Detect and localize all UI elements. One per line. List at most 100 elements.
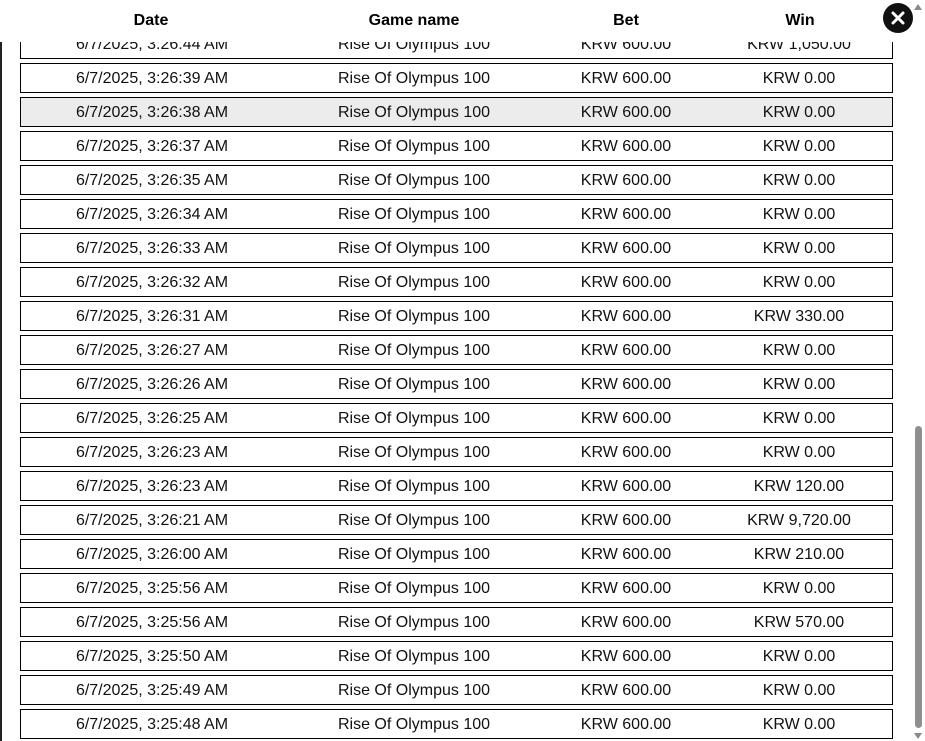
row-win: KRW 330.00	[753, 308, 845, 325]
window-edge	[0, 0, 2, 741]
row-bet: KRW 600.00	[580, 274, 672, 291]
row-win: KRW 0.00	[762, 104, 836, 121]
close-icon	[891, 11, 905, 25]
row-game-name: Rise Of Olympus 100	[337, 138, 491, 155]
row-game-name: Rise Of Olympus 100	[337, 172, 491, 189]
table-row[interactable]: 6/7/2025, 3:25:50 AM Rise Of Olympus 100 K…	[20, 641, 893, 671]
row-win: KRW 0.00	[762, 206, 836, 223]
row-bet: KRW 600.00	[580, 104, 672, 121]
row-game-name: Rise Of Olympus 100	[337, 546, 491, 563]
row-date: 6/7/2025, 3:26:38 AM	[75, 104, 229, 121]
row-win: KRW 0.00	[762, 410, 836, 427]
row-date: 6/7/2025, 3:26:27 AM	[75, 342, 229, 359]
row-bet: KRW 600.00	[580, 240, 672, 257]
row-date: 6/7/2025, 3:26:26 AM	[75, 376, 229, 393]
row-date: 6/7/2025, 3:26:35 AM	[75, 172, 229, 189]
table-row[interactable]: 6/7/2025, 3:26:21 AM Rise Of Olympus 100 K…	[20, 505, 893, 535]
row-game-name: Rise Of Olympus 100	[337, 240, 491, 257]
table-row[interactable]: 6/7/2025, 3:26:32 AM Rise Of Olympus 100 K…	[20, 267, 893, 297]
row-date: 6/7/2025, 3:25:56 AM	[75, 580, 229, 597]
row-win: KRW 9,720.00	[747, 512, 851, 529]
row-win: KRW 0.00	[762, 682, 836, 699]
row-win: KRW 0.00	[762, 240, 836, 257]
row-game-name: Rise Of Olympus 100	[337, 444, 491, 461]
row-win: KRW 0.00	[762, 648, 836, 665]
table-row[interactable]: 6/7/2025, 3:26:34 AM Rise Of Olympus 100 K…	[20, 199, 893, 229]
row-bet: KRW 600.00	[580, 580, 672, 597]
row-game-name: Rise Of Olympus 100	[337, 478, 491, 495]
scrollbar-thumb[interactable]	[915, 426, 922, 728]
table-row[interactable]: 6/7/2025, 3:26:26 AM Rise Of Olympus 100 K…	[20, 369, 893, 399]
row-game-name: Rise Of Olympus 100	[337, 512, 491, 529]
row-win: KRW 0.00	[762, 172, 836, 189]
row-bet: KRW 600.00	[580, 138, 672, 155]
row-game-name: Rise Of Olympus 100	[337, 308, 491, 325]
row-win: KRW 0.00	[762, 70, 836, 87]
row-bet: KRW 600.00	[580, 512, 672, 529]
row-date: 6/7/2025, 3:26:23 AM	[75, 444, 229, 461]
row-date: 6/7/2025, 3:25:56 AM	[75, 614, 229, 631]
row-bet: KRW 600.00	[580, 410, 672, 427]
row-game-name: Rise Of Olympus 100	[337, 342, 491, 359]
row-win: KRW 210.00	[753, 546, 845, 563]
row-bet: KRW 600.00	[580, 648, 672, 665]
row-date: 6/7/2025, 3:26:37 AM	[75, 138, 229, 155]
row-bet: KRW 600.00	[580, 614, 672, 631]
header-win: Win	[785, 12, 815, 29]
row-date: 6/7/2025, 3:26:23 AM	[75, 478, 229, 495]
row-date: 6/7/2025, 3:26:32 AM	[75, 274, 229, 291]
header-game-name: Game name	[368, 12, 460, 29]
row-date: 6/7/2025, 3:26:34 AM	[75, 206, 229, 223]
close-button[interactable]	[883, 3, 913, 33]
row-game-name: Rise Of Olympus 100	[337, 648, 491, 665]
table-row[interactable]: 6/7/2025, 3:26:23 AM Rise Of Olympus 100 K…	[20, 471, 893, 501]
row-win: KRW 570.00	[753, 614, 845, 631]
row-bet: KRW 600.00	[580, 342, 672, 359]
scroll-up-arrow-icon[interactable]	[914, 4, 922, 10]
row-win: KRW 0.00	[762, 376, 836, 393]
row-bet: KRW 600.00	[580, 376, 672, 393]
row-bet: KRW 600.00	[580, 444, 672, 461]
row-bet: KRW 600.00	[580, 172, 672, 189]
row-win: KRW 0.00	[762, 274, 836, 291]
row-game-name: Rise Of Olympus 100	[337, 682, 491, 699]
row-game-name: Rise Of Olympus 100	[337, 716, 491, 733]
row-date: 6/7/2025, 3:26:39 AM	[75, 70, 229, 87]
row-win: KRW 0.00	[762, 716, 836, 733]
table-row[interactable]: 6/7/2025, 3:26:33 AM Rise Of Olympus 100 K…	[20, 233, 893, 263]
row-game-name: Rise Of Olympus 100	[337, 410, 491, 427]
table-row[interactable]: 6/7/2025, 3:25:49 AM Rise Of Olympus 100 K…	[20, 675, 893, 705]
bet-history-list[interactable]: 6/7/2025, 3:26:44 AM Rise Of Olympus 100 K…	[20, 0, 893, 741]
table-row[interactable]: 6/7/2025, 3:26:00 AM Rise Of Olympus 100 K…	[20, 539, 893, 569]
row-date: 6/7/2025, 3:25:48 AM	[75, 716, 229, 733]
table-row[interactable]: 6/7/2025, 3:26:38 AM Rise Of Olympus 100 K…	[20, 97, 893, 127]
row-date: 6/7/2025, 3:25:49 AM	[75, 682, 229, 699]
row-date: 6/7/2025, 3:26:21 AM	[75, 512, 229, 529]
table-row[interactable]: 6/7/2025, 3:25:48 AM Rise Of Olympus 100 K…	[20, 709, 893, 739]
row-bet: KRW 600.00	[580, 206, 672, 223]
table-row[interactable]: 6/7/2025, 3:26:23 AM Rise Of Olympus 100 K…	[20, 437, 893, 467]
table-row[interactable]: 6/7/2025, 3:26:35 AM Rise Of Olympus 100 K…	[20, 165, 893, 195]
row-game-name: Rise Of Olympus 100	[337, 274, 491, 291]
table-row[interactable]: 6/7/2025, 3:26:31 AM Rise Of Olympus 100 K…	[20, 301, 893, 331]
table-row[interactable]: 6/7/2025, 3:26:25 AM Rise Of Olympus 100 K…	[20, 403, 893, 433]
row-win: KRW 0.00	[762, 342, 836, 359]
row-game-name: Rise Of Olympus 100	[337, 614, 491, 631]
row-bet: KRW 600.00	[580, 478, 672, 495]
row-game-name: Rise Of Olympus 100	[337, 580, 491, 597]
table-row[interactable]: 6/7/2025, 3:25:56 AM Rise Of Olympus 100 K…	[20, 607, 893, 637]
scroll-down-arrow-icon[interactable]	[914, 733, 922, 739]
table-row[interactable]: 6/7/2025, 3:25:56 AM Rise Of Olympus 100 K…	[20, 573, 893, 603]
row-date: 6/7/2025, 3:26:00 AM	[75, 546, 229, 563]
table-row[interactable]: 6/7/2025, 3:26:27 AM Rise Of Olympus 100 K…	[20, 335, 893, 365]
table-row[interactable]: 6/7/2025, 3:26:39 AM Rise Of Olympus 100 K…	[20, 63, 893, 93]
row-bet: KRW 600.00	[580, 716, 672, 733]
header-date: Date	[133, 12, 169, 29]
table-header: Date Game name Bet Win	[0, 0, 912, 42]
table-row[interactable]: 6/7/2025, 3:26:37 AM Rise Of Olympus 100 K…	[20, 131, 893, 161]
row-win: KRW 0.00	[762, 138, 836, 155]
row-win: KRW 0.00	[762, 444, 836, 461]
row-bet: KRW 600.00	[580, 308, 672, 325]
row-bet: KRW 600.00	[580, 682, 672, 699]
header-bet: Bet	[613, 12, 639, 29]
